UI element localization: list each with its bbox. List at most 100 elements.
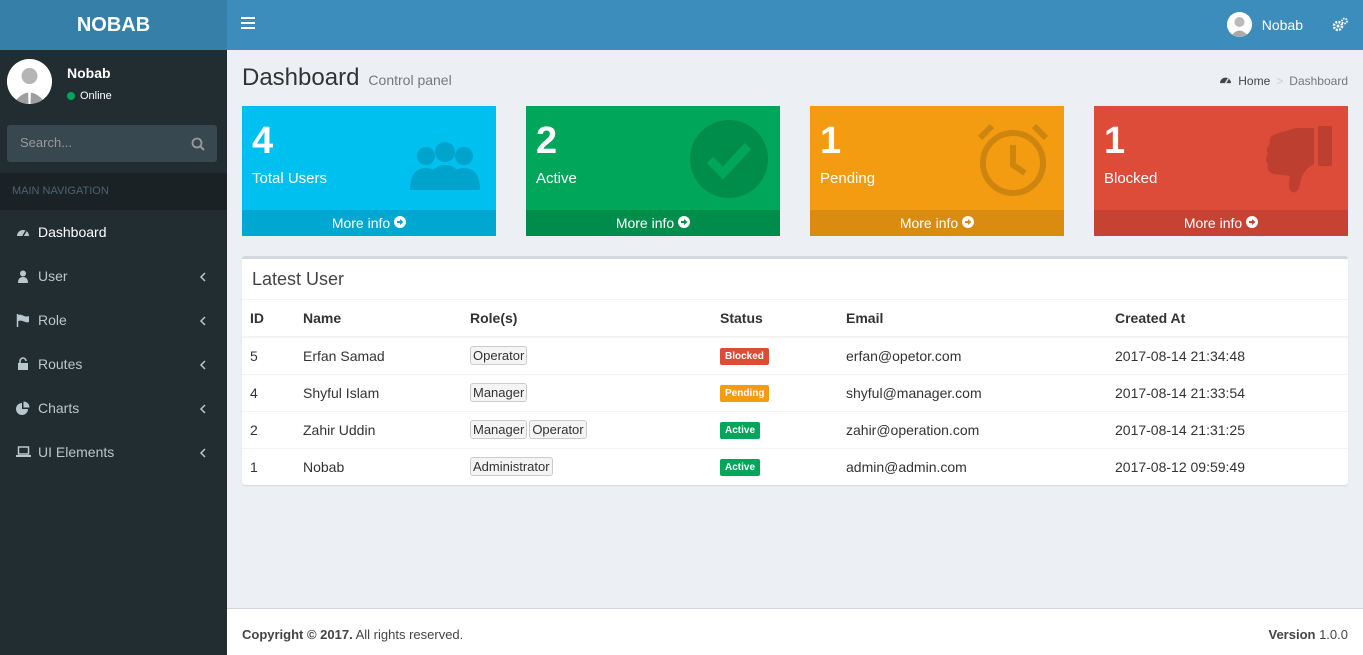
breadcrumb: Home > Dashboard bbox=[1219, 74, 1348, 88]
check-circle-icon bbox=[688, 118, 770, 200]
sidebar-item-label: Dashboard bbox=[38, 224, 107, 240]
status-badge: Active bbox=[720, 422, 761, 439]
breadcrumb-current: Dashboard bbox=[1289, 74, 1348, 88]
cell-status: Pending bbox=[712, 373, 838, 411]
cell-status: Active bbox=[712, 410, 838, 448]
chevron-left-icon bbox=[199, 358, 207, 370]
sidebar-toggle-icon[interactable] bbox=[241, 17, 255, 33]
cell-status: Blocked bbox=[712, 336, 838, 374]
sidebar-user-name: Nobab bbox=[67, 65, 111, 81]
more-info-label: More info bbox=[615, 215, 675, 231]
app-logo[interactable]: NOBAB bbox=[0, 0, 227, 50]
sidebar-item-ui-elements[interactable]: UI Elements bbox=[0, 430, 227, 474]
arrow-circle-right-icon bbox=[1246, 215, 1259, 231]
cell-id: 2 bbox=[242, 410, 295, 448]
more-info-link[interactable]: More info bbox=[1094, 210, 1348, 236]
breadcrumb-home-link[interactable]: Home bbox=[1238, 74, 1270, 88]
sidebar-item-routes[interactable]: Routes bbox=[0, 342, 227, 386]
page-subtitle: Control panel bbox=[368, 72, 452, 88]
more-info-link[interactable]: More info bbox=[526, 210, 780, 236]
more-info-label: More info bbox=[331, 215, 391, 231]
chevron-left-icon bbox=[199, 314, 207, 326]
panel-title: Latest User bbox=[252, 269, 345, 289]
cell-roles: Operator bbox=[462, 336, 712, 374]
table-header-row: ID Name Role(s) Status Email Created At bbox=[242, 300, 1348, 338]
content-header: Dashboard Control panel bbox=[242, 64, 452, 92]
box-value: 1 bbox=[1104, 120, 1126, 162]
sidebar-item-user[interactable]: User bbox=[0, 254, 227, 298]
sidebar-item-role[interactable]: Role bbox=[0, 298, 227, 342]
breadcrumb-separator: > bbox=[1276, 74, 1284, 88]
user-avatar bbox=[7, 59, 52, 104]
dashboard-icon bbox=[15, 225, 31, 239]
box-value: 4 bbox=[252, 120, 274, 162]
role-tag: Administrator bbox=[470, 457, 553, 477]
navbar-user-name: Nobab bbox=[1261, 16, 1303, 33]
user-status: Online bbox=[67, 90, 112, 102]
sidebar-item-charts[interactable]: Charts bbox=[0, 386, 227, 430]
chevron-left-icon bbox=[199, 402, 207, 414]
role-tag: Operator bbox=[470, 346, 528, 366]
table-row: 2 Zahir Uddin Manager Operator Active zah… bbox=[242, 410, 1348, 448]
table-row: 4 Shyful Islam Manager Pending shyful@ma… bbox=[242, 373, 1348, 411]
sidebar-item-label: Charts bbox=[38, 400, 80, 416]
footer-version: Version 1.0.0 bbox=[1268, 627, 1348, 642]
sidebar-item-label: Role bbox=[38, 312, 67, 328]
cell-email: admin@admin.com bbox=[838, 447, 1107, 485]
cell-status: Active bbox=[712, 447, 838, 485]
search-input[interactable] bbox=[20, 135, 180, 150]
navbar-user-menu[interactable]: Nobab bbox=[1226, 12, 1303, 37]
version-label: Version bbox=[1268, 627, 1316, 642]
box-label: Pending bbox=[820, 170, 876, 187]
pending-users-box: 1 Pending More info bbox=[810, 106, 1064, 236]
main-navigation-header: MAIN NAVIGATION bbox=[0, 173, 227, 210]
cell-email: zahir@operation.com bbox=[838, 410, 1107, 448]
table-row: 5 Erfan Samad Operator Blocked erfan@ope… bbox=[242, 336, 1348, 374]
box-value: 2 bbox=[536, 120, 558, 162]
cell-roles: Administrator bbox=[462, 447, 712, 485]
search-icon[interactable] bbox=[191, 137, 205, 151]
role-tag: Manager bbox=[470, 420, 528, 439]
cell-roles: Manager bbox=[462, 373, 712, 411]
user-icon bbox=[15, 269, 31, 283]
box-label: Total Users bbox=[252, 170, 328, 187]
latest-user-table: ID Name Role(s) Status Email Created At … bbox=[242, 300, 1348, 485]
more-info-link[interactable]: More info bbox=[242, 210, 496, 236]
blocked-users-box: 1 Blocked More info bbox=[1094, 106, 1348, 236]
cell-created: 2017-08-14 21:33:54 bbox=[1107, 373, 1348, 411]
box-value: 1 bbox=[820, 120, 842, 162]
more-info-label: More info bbox=[1183, 215, 1243, 231]
arrow-circle-right-icon bbox=[678, 215, 691, 231]
sidebar-item-label: UI Elements bbox=[38, 444, 115, 460]
dashboard-icon bbox=[1219, 74, 1232, 88]
unlock-icon bbox=[15, 357, 31, 371]
online-dot-icon bbox=[67, 92, 75, 100]
user-status-text: Online bbox=[80, 90, 112, 102]
page-footer: Copyright © 2017. All rights reserved. V… bbox=[227, 608, 1363, 655]
sidebar: Nobab Online MAIN NAVIGATION Dashboard U… bbox=[0, 50, 227, 655]
column-header: Role(s) bbox=[462, 300, 712, 338]
cell-created: 2017-08-12 09:59:49 bbox=[1107, 447, 1348, 485]
user-panel: Nobab Online bbox=[0, 50, 227, 120]
column-header: Email bbox=[838, 300, 1107, 338]
column-header: Created At bbox=[1107, 300, 1348, 338]
cell-email: shyful@manager.com bbox=[838, 373, 1107, 411]
column-header: Name bbox=[295, 300, 462, 338]
rights-text: All rights reserved. bbox=[355, 627, 464, 642]
status-badge: Blocked bbox=[720, 348, 769, 366]
sidebar-item-dashboard[interactable]: Dashboard bbox=[0, 210, 227, 254]
box-label: Active bbox=[536, 170, 577, 187]
more-info-link[interactable]: More info bbox=[810, 210, 1064, 236]
users-icon bbox=[404, 118, 486, 200]
top-navbar: Nobab bbox=[227, 0, 1363, 50]
role-tag: Manager bbox=[470, 383, 528, 402]
arrow-circle-right-icon bbox=[962, 215, 975, 231]
role-tag: Operator bbox=[529, 420, 587, 439]
flag-icon bbox=[15, 313, 31, 327]
cell-id: 1 bbox=[242, 447, 295, 485]
settings-gear-icon[interactable] bbox=[1331, 16, 1349, 34]
column-header: Status bbox=[712, 300, 838, 338]
cell-name: Erfan Samad bbox=[295, 336, 462, 374]
sidebar-item-label: Routes bbox=[38, 356, 83, 372]
cell-roles: Manager Operator bbox=[462, 410, 712, 448]
